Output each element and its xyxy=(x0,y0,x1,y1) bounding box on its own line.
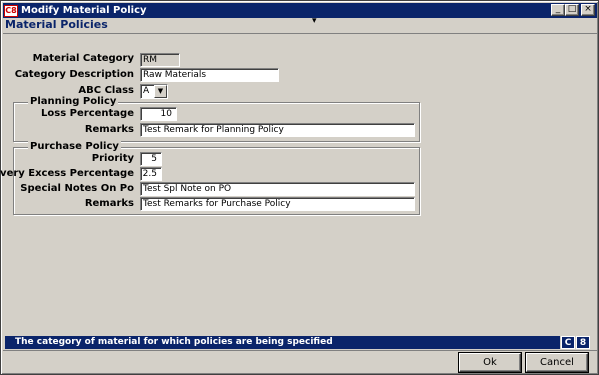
purchase-remarks-label: Remarks xyxy=(84,198,134,209)
form-header: Material Policies ▾ xyxy=(3,16,597,34)
special-notes-label: Special Notes On Po xyxy=(20,183,134,194)
ok-button[interactable]: Ok xyxy=(459,353,521,372)
status-indicator-8: 8 xyxy=(576,336,590,349)
category-description-field[interactable]: Raw Materials xyxy=(140,68,279,82)
cancel-button[interactable]: Cancel xyxy=(526,353,588,372)
abc-class-label: ABC Class xyxy=(78,85,134,96)
planning-remarks-label: Remarks xyxy=(84,124,134,135)
loss-percentage-label: Loss Percentage xyxy=(41,108,134,119)
special-notes-field[interactable]: Test Spl Note on PO xyxy=(140,182,415,196)
priority-field[interactable]: 5 xyxy=(140,152,162,166)
delivery-excess-label: Delivery Excess Percentage xyxy=(0,168,134,179)
divider xyxy=(3,350,597,351)
purchase-remarks-field[interactable]: Test Remarks for Purchase Policy xyxy=(140,197,415,211)
priority-label: Priority xyxy=(91,153,134,164)
category-description-label: Category Description xyxy=(14,69,134,80)
status-bar: The category of material for which polic… xyxy=(3,336,597,349)
loss-percentage-field[interactable]: 10 xyxy=(140,107,177,121)
abc-class-select[interactable]: A ▼ xyxy=(140,84,168,99)
maximize-button[interactable]: □ xyxy=(565,4,579,16)
planning-remarks-field[interactable]: Test Remark for Planning Policy xyxy=(140,123,415,137)
window-controls: _ □ × xyxy=(551,4,595,16)
status-message: The category of material for which polic… xyxy=(5,336,560,349)
planning-policy-title: Planning Policy xyxy=(28,96,119,107)
header-marker-icon: ▾ xyxy=(312,16,317,26)
app-icon: C8 xyxy=(4,4,18,17)
material-category-label: Material Category xyxy=(32,53,134,64)
window-title: Modify Material Policy xyxy=(21,5,147,16)
purchase-policy-title: Purchase Policy xyxy=(28,141,121,152)
title-bar[interactable]: C8 Modify Material Policy _ □ × xyxy=(3,3,597,18)
material-category-field[interactable]: RM xyxy=(140,53,180,67)
delivery-excess-field[interactable]: 2.5 xyxy=(140,167,162,181)
form-title: Material Policies xyxy=(5,18,108,31)
chevron-down-icon[interactable]: ▼ xyxy=(154,85,167,98)
material-policy-window: C8 Modify Material Policy _ □ × Material… xyxy=(0,0,599,375)
status-indicator-c: C xyxy=(561,336,575,349)
close-button[interactable]: × xyxy=(581,4,595,16)
minimize-button[interactable]: _ xyxy=(551,4,565,16)
abc-class-value: A xyxy=(143,86,150,96)
